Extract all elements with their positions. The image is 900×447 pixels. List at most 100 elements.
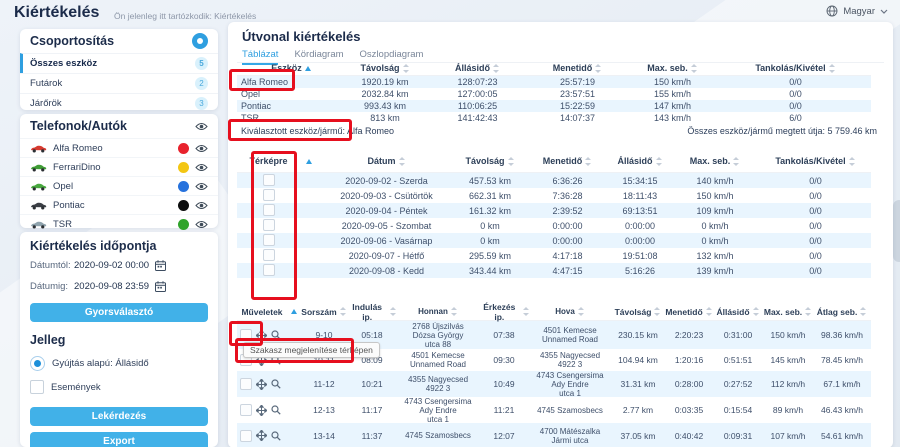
segment-checkbox[interactable] [240, 329, 252, 341]
value-cell: 0:51:51 [713, 355, 763, 365]
operations-cell [237, 329, 287, 341]
sort-header-tankolas[interactable]: Tankolás/Kivétel [720, 63, 871, 73]
value-cell: 0:09:31 [713, 431, 763, 441]
value-cell: 0 km/h [670, 221, 760, 231]
sort-icon [493, 64, 500, 73]
events-checkbox[interactable] [30, 380, 44, 394]
sort-header-max-seb[interactable]: Max. seb. [763, 307, 813, 317]
vehicle-color-dot [178, 200, 189, 211]
map-checkbox[interactable] [263, 264, 275, 276]
sort-header-tavolsag[interactable]: Távolság [345, 63, 425, 73]
value-cell: 31.31 km [611, 379, 665, 389]
daily-row: 2020-09-08 - Kedd 343.44 km 4:47:15 5:16… [237, 263, 871, 278]
sort-header-sorszam[interactable]: Sorszám [301, 307, 347, 317]
sort-header-menetido[interactable]: Menetidő [525, 156, 610, 166]
sort-icon [860, 307, 867, 316]
sort-header-max-seb[interactable]: Max. seb. [625, 63, 720, 73]
calendar-icon[interactable] [155, 260, 166, 271]
chevron-down-icon [880, 9, 888, 14]
group-item-osszes-eszkoz[interactable]: Összes eszköz 5 [20, 53, 218, 73]
query-button[interactable]: Lekérdezés [30, 407, 208, 426]
move-icon[interactable] [256, 405, 267, 416]
sort-header-indulas[interactable]: Indulás ip. [347, 302, 397, 322]
group-label: Járőrök [30, 98, 62, 109]
date-from-input[interactable]: 2020-09-02 00:00 [74, 260, 149, 271]
export-button[interactable]: Export [30, 432, 208, 447]
summary-row-alfa-romeo[interactable]: Alfa Romeo 1920.19 km 128:07:23 25:57:19… [237, 76, 871, 88]
panel-toggle-button[interactable] [192, 33, 208, 49]
summary-row-tsr[interactable]: TSR 813 km 141:42:43 14:07:37 143 km/h 6… [237, 112, 871, 124]
move-icon[interactable] [256, 379, 267, 390]
map-checkbox[interactable] [263, 204, 275, 216]
summary-row-pontiac[interactable]: Pontiac 993.43 km 110:06:25 15:22:59 147… [237, 100, 871, 112]
sort-column[interactable] [287, 309, 301, 314]
sort-icon [654, 307, 661, 316]
sort-header-hova[interactable]: Hova [529, 307, 611, 316]
segment-checkbox[interactable] [240, 404, 252, 416]
header-label: Honnan [418, 307, 448, 316]
summary-row-opel[interactable]: Opel 2032.84 km 127:00:05 23:57:51 155 k… [237, 88, 871, 100]
vehicle-row-tsr[interactable]: TSR [20, 214, 218, 233]
calendar-icon[interactable] [155, 281, 166, 292]
segment-checkbox[interactable] [240, 430, 252, 442]
language-selector[interactable]: Magyar [826, 5, 888, 17]
value-cell: 23:57:51 [530, 89, 625, 99]
value-cell: 13-14 [301, 431, 347, 441]
vehicle-row-alfa-romeo[interactable]: Alfa Romeo [20, 138, 218, 157]
daily-row: 2020-09-03 - Csütörtök 662.31 km 7:36:28… [237, 188, 871, 203]
sort-header-max-seb[interactable]: Max. seb. [670, 156, 760, 166]
map-checkbox[interactable] [263, 174, 275, 186]
magnifier-icon[interactable] [271, 405, 281, 415]
sort-header-datum[interactable]: Dátum [318, 156, 455, 166]
move-icon[interactable] [256, 430, 267, 441]
group-item-futarok[interactable]: Futárok 2 [20, 73, 218, 93]
vehicle-row-pontiac[interactable]: Pontiac [20, 195, 218, 214]
sort-header-tavolsag[interactable]: Távolság [455, 156, 525, 166]
vehicle-row-ferraridino[interactable]: FerrariDino [20, 157, 218, 176]
sort-icon [508, 157, 515, 166]
value-cell: 112 km/h [763, 379, 813, 389]
segment-checkbox[interactable] [240, 378, 252, 390]
sort-icon [753, 307, 760, 316]
vehicle-row-opel[interactable]: Opel [20, 176, 218, 195]
eye-icon[interactable] [195, 144, 208, 153]
magnifier-icon[interactable] [271, 330, 281, 340]
map-checkbox[interactable] [263, 249, 275, 261]
sort-header-atlag-seb[interactable]: Átlag seb. [813, 307, 871, 317]
date-to-input[interactable]: 2020-09-08 23:59 [74, 281, 149, 292]
sort-column[interactable] [300, 159, 318, 164]
eye-icon[interactable] [195, 201, 208, 210]
map-checkbox[interactable] [263, 189, 275, 201]
sort-header-honnan[interactable]: Honnan [397, 307, 479, 316]
value-cell: 15:34:15 [610, 176, 670, 186]
sort-header-erkezes[interactable]: Érkezés ip. [479, 302, 529, 322]
sort-header-allasido[interactable]: Állásidő [610, 156, 670, 166]
sort-header-tavolsag[interactable]: Távolság [611, 307, 665, 317]
map-checkbox[interactable] [263, 234, 275, 246]
value-cell: 343.44 km [455, 266, 525, 276]
group-item-jarorok[interactable]: Járőrök 3 [20, 93, 218, 113]
magnifier-icon[interactable] [271, 431, 281, 441]
sort-header-eszkoz[interactable]: Eszköz [237, 63, 345, 73]
value-cell: 0 km [455, 236, 525, 246]
eye-icon[interactable] [195, 182, 208, 191]
address-cell: 2768 Újszilvás Dózsa György utca 88 [397, 322, 479, 349]
value-cell: 150 km/h [625, 77, 720, 87]
eye-icon[interactable] [195, 220, 208, 229]
quick-select-button[interactable]: Gyorsválasztó [30, 303, 208, 322]
breadcrumb: Ön jelenleg itt tartózkodik: Kiértékelés [114, 11, 256, 21]
sort-header-menetido[interactable]: Menetidő [530, 63, 625, 73]
radio-label: Gyújtás alapú: Állásidő [52, 358, 149, 369]
magnifier-icon[interactable] [271, 379, 281, 389]
map-cell [237, 264, 300, 278]
sort-header-menetido[interactable]: Menetidő [665, 307, 713, 317]
value-cell: 54.61 km/h [813, 431, 871, 441]
eye-icon[interactable] [195, 163, 208, 172]
sort-header-tankolas[interactable]: Tankolás/Kivétel [760, 156, 871, 166]
map-checkbox[interactable] [263, 219, 275, 231]
move-icon[interactable] [256, 330, 267, 341]
sort-header-allasido[interactable]: Állásidő [425, 63, 530, 73]
eye-icon[interactable] [195, 122, 208, 131]
radio-button[interactable] [30, 356, 45, 371]
sort-header-allasido[interactable]: Állásidő [713, 307, 763, 317]
